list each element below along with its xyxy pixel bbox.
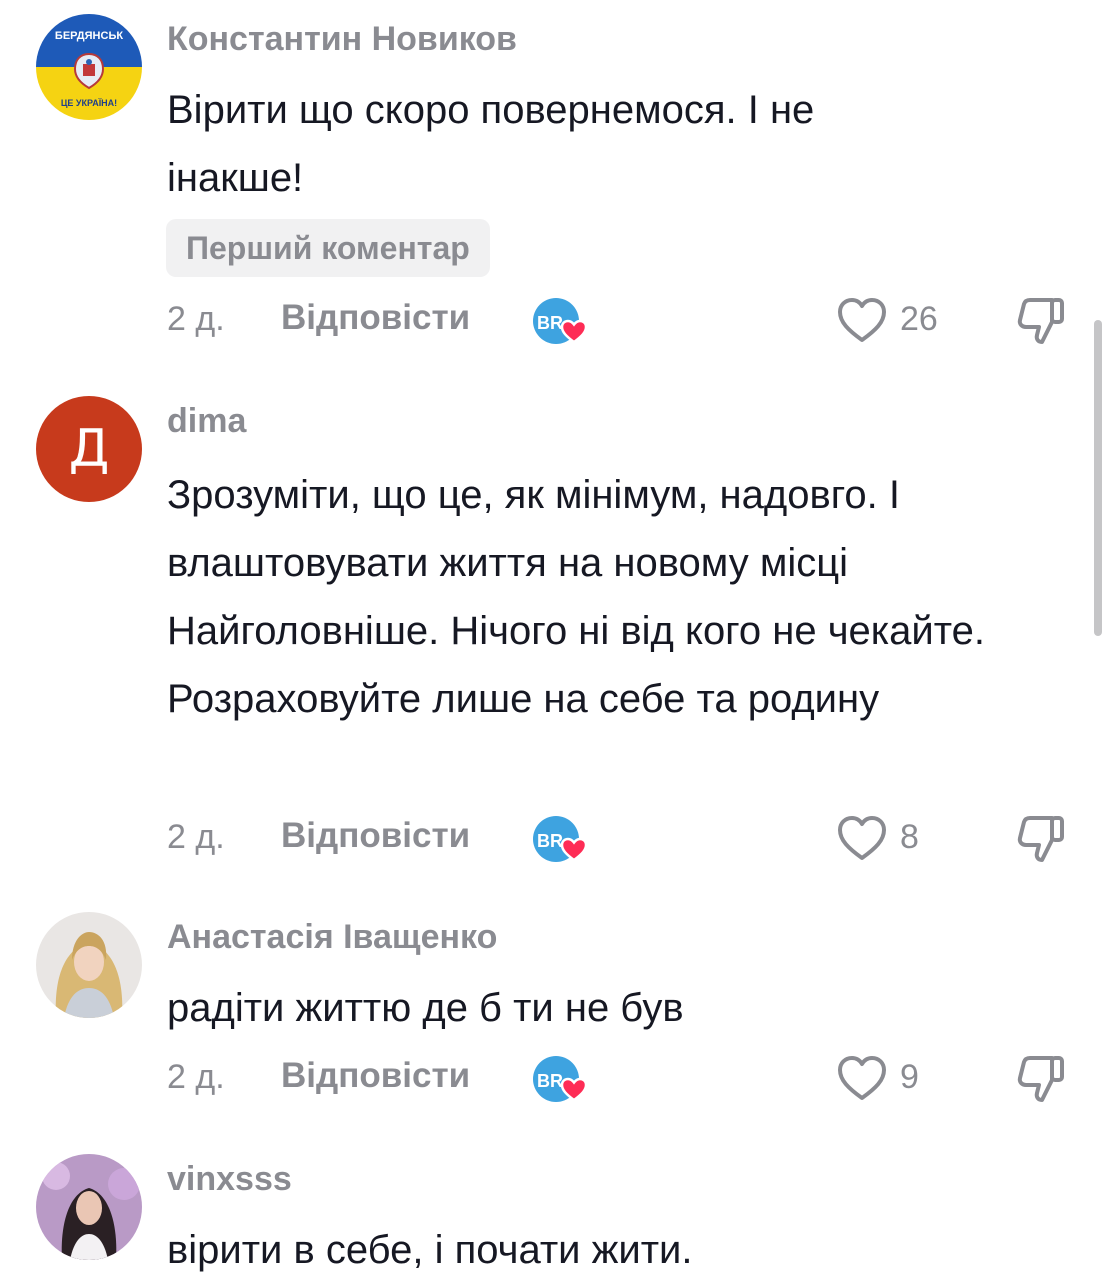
like-count: 8 bbox=[900, 818, 919, 856]
thumbs-down-outline-icon bbox=[1017, 816, 1064, 862]
user-photo-icon bbox=[36, 912, 142, 1018]
dislike-button[interactable] bbox=[1014, 294, 1068, 348]
comment-username[interactable]: Константин Новиков bbox=[167, 20, 517, 59]
comment-actions: 2 д. Відповісти BR 9 bbox=[0, 1050, 1111, 1110]
reply-button[interactable]: Відповісти bbox=[281, 298, 470, 338]
svg-text:BR: BR bbox=[537, 313, 563, 333]
dislike-button[interactable] bbox=[1014, 1052, 1068, 1106]
comment-actions: 2 д. Відповісти BR 8 bbox=[0, 810, 1111, 870]
reply-button[interactable]: Відповісти bbox=[281, 1056, 470, 1096]
svg-text:BR: BR bbox=[537, 1071, 563, 1091]
reply-button[interactable]: Відповісти bbox=[281, 816, 470, 856]
heart-outline-icon bbox=[838, 816, 886, 860]
comment-username[interactable]: Анастасія Іващенко bbox=[167, 918, 497, 957]
first-comment-badge: Перший коментар bbox=[166, 219, 490, 277]
avatar[interactable] bbox=[36, 912, 142, 1018]
creator-liked-icon: BR bbox=[532, 812, 590, 866]
avatar[interactable]: БЕРДЯНСЬК ЦЕ УКРАЇНА! bbox=[36, 14, 142, 120]
comment-time: 2 д. bbox=[167, 818, 225, 856]
comment-text: радіти життю де б ти не був bbox=[167, 986, 684, 1030]
avatar[interactable]: Д bbox=[36, 396, 142, 502]
creator-liked-icon: BR bbox=[532, 1052, 590, 1106]
svg-text:BR: BR bbox=[537, 831, 563, 851]
like-button[interactable] bbox=[836, 814, 888, 862]
comment-text: Вірити що скоро повернемося. І не інакше… bbox=[167, 88, 815, 200]
thumbs-down-outline-icon bbox=[1017, 1056, 1064, 1102]
avatar[interactable] bbox=[36, 1154, 142, 1260]
comment-time: 2 д. bbox=[167, 300, 225, 338]
thumbs-down-outline-icon bbox=[1017, 298, 1064, 344]
like-button[interactable] bbox=[836, 1054, 888, 1102]
comment-actions: 2 д. Відповісти BR 26 bbox=[0, 292, 1111, 352]
avatar-letter: Д bbox=[68, 419, 110, 479]
comment-username[interactable]: vinxsss bbox=[167, 1160, 292, 1199]
user-photo-icon bbox=[36, 1154, 142, 1260]
dislike-button[interactable] bbox=[1014, 812, 1068, 866]
like-button[interactable] bbox=[836, 296, 888, 344]
berdiansk-flag-avatar-icon: БЕРДЯНСЬК ЦЕ УКРАЇНА! bbox=[36, 14, 142, 120]
comment-time: 2 д. bbox=[167, 1058, 225, 1096]
like-count: 26 bbox=[900, 300, 938, 338]
creator-liked-icon: BR bbox=[532, 294, 590, 348]
comment-text: вірити в себе, і почати жити. bbox=[167, 1228, 693, 1272]
heart-outline-icon bbox=[838, 1056, 886, 1100]
comment-username[interactable]: dima bbox=[167, 402, 246, 441]
like-count: 9 bbox=[900, 1058, 919, 1096]
avatar-bottom-text: ЦЕ УКРАЇНА! bbox=[61, 98, 117, 108]
comment-text: Зрозуміти, що це, як мінімум, надовго. І… bbox=[167, 473, 985, 721]
scrollbar[interactable] bbox=[1094, 320, 1102, 636]
heart-outline-icon bbox=[838, 298, 886, 342]
avatar-top-text: БЕРДЯНСЬК bbox=[55, 30, 123, 42]
